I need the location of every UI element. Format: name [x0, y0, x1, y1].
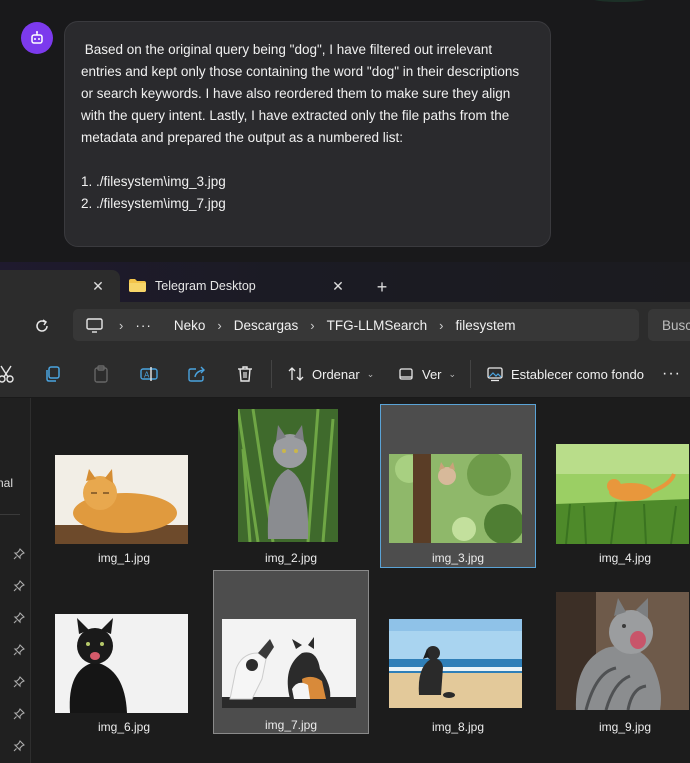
- image-thumbnail: [556, 444, 689, 544]
- navigation-pane: nal: [0, 398, 31, 763]
- address-bar: › ··· Neko › Descargas › TFG-LLMSearch ›…: [0, 302, 690, 350]
- more-options-icon[interactable]: ···: [662, 364, 681, 384]
- list-item: 1. ./filesystem\img_3.jpg: [81, 174, 226, 189]
- tab-label: Telegram Desktop: [155, 279, 256, 293]
- breadcrumb-item[interactable]: Neko: [174, 318, 206, 333]
- file-name: img_7.jpg: [264, 718, 318, 732]
- decorative-glow: [590, 0, 650, 2]
- new-tab-icon[interactable]: +: [372, 277, 392, 297]
- rename-icon[interactable]: A: [139, 364, 159, 384]
- pin-icon: [13, 612, 25, 624]
- file-name: img_6.jpg: [97, 720, 151, 734]
- pin-icon: [13, 676, 25, 688]
- cut-icon[interactable]: [0, 364, 16, 384]
- refresh-icon[interactable]: [33, 317, 51, 335]
- nav-item-label[interactable]: nal: [0, 476, 13, 490]
- file-explorer-window: ✕ Telegram Desktop ✕ + › ··· Neko › Desc…: [0, 262, 690, 763]
- file-item-img-4[interactable]: img_4.jpg: [547, 404, 690, 568]
- chevron-right-icon: ›: [119, 317, 124, 333]
- toolbar-divider: [271, 360, 272, 388]
- file-name: img_4.jpg: [598, 551, 652, 565]
- list-item: 2. ./filesystem\img_7.jpg: [81, 196, 226, 211]
- command-bar: A Ordenar ⌄ Ver ⌄ Establecer como fondo …: [0, 350, 690, 398]
- image-thumbnail: [238, 409, 338, 542]
- chat-panel: Based on the original query being "dog",…: [0, 0, 690, 262]
- image-thumbnail: [389, 454, 522, 543]
- sort-label: Ordenar: [312, 366, 360, 382]
- folder-icon: [129, 279, 146, 292]
- pin-icon: [13, 548, 25, 560]
- file-name: img_8.jpg: [431, 720, 485, 734]
- breadcrumb[interactable]: › ··· Neko › Descargas › TFG-LLMSearch ›…: [73, 309, 639, 341]
- chevron-down-icon: ⌄: [448, 368, 457, 379]
- file-name: img_3.jpg: [431, 551, 485, 565]
- breadcrumb-item[interactable]: TFG-LLMSearch: [327, 318, 428, 333]
- file-item-img-7[interactable]: img_7.jpg: [213, 570, 369, 734]
- tab-telegram-desktop[interactable]: Telegram Desktop ✕: [120, 270, 360, 302]
- breadcrumb-item[interactable]: Descargas: [234, 318, 299, 333]
- pin-icon: [13, 580, 25, 592]
- monitor-icon: [86, 317, 103, 333]
- message-text: Based on the original query being "dog",…: [81, 42, 523, 145]
- image-thumbnail: [556, 592, 689, 710]
- share-icon[interactable]: [187, 364, 207, 384]
- toolbar-divider: [470, 360, 471, 388]
- pin-icon: [13, 708, 25, 720]
- svg-text:A: A: [144, 371, 150, 380]
- chevron-down-icon: ⌄: [366, 368, 375, 379]
- robot-icon: [31, 31, 43, 44]
- file-item-img-3[interactable]: img_3.jpg: [380, 404, 536, 568]
- tab-bar: ✕ Telegram Desktop ✕ +: [0, 262, 690, 302]
- set-wallpaper-button[interactable]: Establecer como fondo: [487, 364, 644, 384]
- file-name: img_1.jpg: [97, 551, 151, 565]
- breadcrumb-item[interactable]: filesystem: [455, 318, 515, 333]
- view-label: Ver: [422, 366, 442, 382]
- close-icon[interactable]: ✕: [330, 278, 346, 294]
- file-name: img_2.jpg: [264, 551, 318, 565]
- message-list: 1. ./filesystem\img_3.jpg 2. ./filesyste…: [81, 171, 534, 215]
- wallpaper-label: Establecer como fondo: [511, 366, 644, 382]
- search-placeholder: Busc: [662, 317, 690, 333]
- wallpaper-icon: [487, 367, 503, 382]
- image-thumbnail: [389, 619, 522, 708]
- file-item-img-6[interactable]: img_6.jpg: [46, 573, 202, 737]
- tab-current[interactable]: ✕: [0, 270, 120, 302]
- image-thumbnail: [55, 455, 188, 544]
- pin-icon: [13, 740, 25, 752]
- chevron-right-icon: ›: [217, 317, 222, 333]
- delete-icon[interactable]: [235, 364, 255, 384]
- sort-icon: [288, 367, 304, 381]
- file-item-img-8[interactable]: img_8.jpg: [380, 573, 536, 737]
- more-icon[interactable]: ···: [135, 318, 152, 333]
- file-item-img-1[interactable]: img_1.jpg: [46, 404, 202, 568]
- file-item-img-2[interactable]: img_2.jpg: [213, 404, 369, 568]
- view-button[interactable]: Ver ⌄: [398, 364, 456, 384]
- sort-button[interactable]: Ordenar ⌄: [288, 364, 374, 384]
- copy-icon[interactable]: [43, 364, 63, 384]
- nav-divider: [0, 514, 20, 515]
- close-icon[interactable]: ✕: [90, 278, 106, 294]
- chevron-right-icon: ›: [310, 317, 315, 333]
- image-thumbnail: [55, 614, 188, 713]
- search-input[interactable]: Busc: [648, 309, 690, 341]
- screen: Based on the original query being "dog",…: [0, 0, 690, 763]
- image-thumbnail: [222, 619, 356, 708]
- file-grid: img_1.jpg img_2.jpg img_3.jpg img_4.jpg …: [31, 398, 690, 763]
- bot-avatar: [21, 22, 53, 54]
- file-name: img_9.jpg: [598, 720, 652, 734]
- view-icon: [399, 368, 413, 380]
- paste-icon[interactable]: [91, 364, 111, 384]
- chevron-right-icon: ›: [439, 317, 444, 333]
- file-item-img-9[interactable]: img_9.jpg: [547, 573, 690, 737]
- assistant-message: Based on the original query being "dog",…: [64, 21, 551, 247]
- pin-icon: [13, 644, 25, 656]
